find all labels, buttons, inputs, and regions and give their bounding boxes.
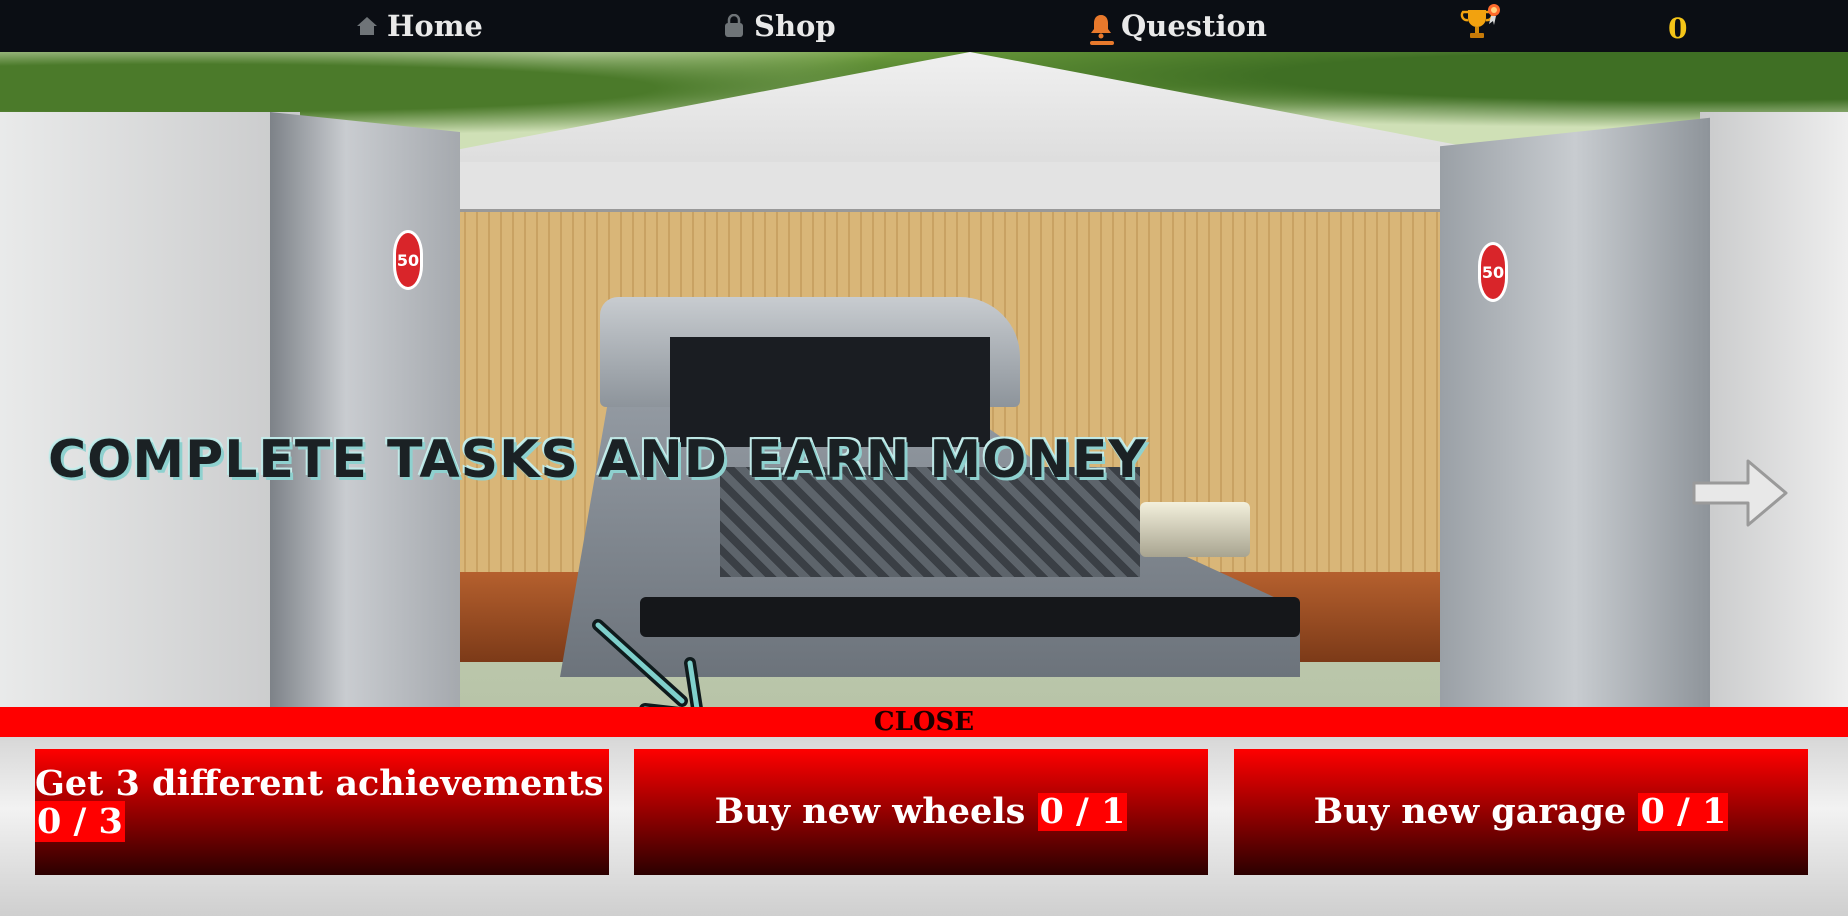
badge-50-right: 50 xyxy=(1478,242,1508,302)
garage-door-right xyxy=(1440,117,1710,707)
garage-beam xyxy=(380,162,1480,212)
nav-shop[interactable]: Shop xyxy=(723,6,836,46)
task-label: Buy new wheels xyxy=(714,791,1026,832)
shopping-bag-icon xyxy=(723,14,745,38)
close-button[interactable]: CLOSE xyxy=(0,707,1848,737)
task-label: Get 3 different achievements xyxy=(35,763,604,804)
bell-icon xyxy=(1090,13,1114,45)
garage-scene: 50 50 COMPLETE TASKS AND EARN MONEY xyxy=(0,52,1848,707)
task-progress: 0 / 1 xyxy=(1037,791,1128,832)
nav-home-label: Home xyxy=(387,9,483,43)
trophy-icon xyxy=(1458,2,1502,46)
next-arrow-icon[interactable] xyxy=(1690,455,1790,535)
home-icon xyxy=(356,15,378,37)
coin-balance: 0 xyxy=(1668,12,1688,45)
car-headlight xyxy=(1140,502,1250,557)
nav-home[interactable]: Home xyxy=(356,6,483,46)
garage-door-left xyxy=(270,112,460,707)
neighbor-garage-right xyxy=(1700,112,1848,707)
scene-title: COMPLETE TASKS AND EARN MONEY xyxy=(48,430,1148,490)
task-card-achievements[interactable]: Get 3 different achievements 0 / 3 xyxy=(35,749,609,875)
arrow-down-icon xyxy=(590,617,720,707)
badge-50-left: 50 xyxy=(393,230,423,290)
nav-shop-label: Shop xyxy=(754,9,836,43)
top-nav: Home Shop Question 0 xyxy=(0,0,1848,52)
nav-question-label: Question xyxy=(1121,9,1267,43)
tasks-panel: Get 3 different achievements 0 / 3 Buy n… xyxy=(0,737,1848,916)
active-underline xyxy=(1090,41,1114,45)
task-progress: 0 / 3 xyxy=(35,801,125,842)
achievements-button[interactable] xyxy=(1458,4,1511,44)
task-card-garage[interactable]: Buy new garage 0 / 1 xyxy=(1234,749,1808,875)
task-label: Buy new garage xyxy=(1313,791,1627,832)
car-bumper xyxy=(640,597,1300,637)
task-card-wheels[interactable]: Buy new wheels 0 / 1 xyxy=(634,749,1208,875)
nav-question[interactable]: Question xyxy=(1090,6,1267,46)
neighbor-garage-left xyxy=(0,112,300,707)
task-progress: 0 / 1 xyxy=(1638,791,1729,832)
